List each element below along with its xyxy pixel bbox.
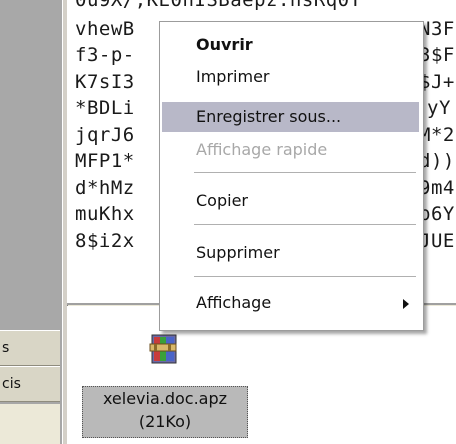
viewer-line-fragment: b6Y <box>419 203 455 225</box>
left-panel-bottom <box>0 404 60 444</box>
menu-item-view-label: Affichage <box>196 293 272 312</box>
viewer-line: 8$i2x <box>75 230 135 252</box>
viewer-line-fragment: N3F <box>419 18 455 40</box>
viewer-line-fragment: yY <box>427 97 451 119</box>
viewer-line: 0u9X/,KE0nISBaepz.nsRq0T <box>75 0 362 11</box>
viewer-line-fragment: d)) <box>419 150 455 172</box>
menu-separator <box>194 276 416 277</box>
file-size: (21Ko) <box>138 412 192 431</box>
viewer-line-fragment: JUE <box>419 230 455 252</box>
viewer-line-fragment: $J+ <box>419 71 455 93</box>
file-label[interactable]: xelevia.doc.apz (21Ko) <box>82 386 248 438</box>
left-tab-2[interactable]: cis <box>0 366 60 402</box>
menu-item-open[interactable]: Ouvrir <box>162 30 419 60</box>
viewer-line: MFP1* <box>75 150 135 172</box>
winrar-archive-icon[interactable] <box>146 332 180 366</box>
viewer-line: d*hMz <box>75 177 135 199</box>
viewer-line: K7sI3 <box>75 71 135 93</box>
viewer-line: vhewB <box>75 18 135 40</box>
menu-separator <box>194 224 416 225</box>
left-panel: s cis <box>0 0 65 444</box>
file-name: xelevia.doc.apz <box>102 389 228 408</box>
context-menu: Ouvrir Imprimer Enregistrer sous... Affi… <box>159 21 424 331</box>
submenu-arrow-icon <box>403 299 409 309</box>
menu-separator <box>194 172 416 173</box>
menu-item-copy[interactable]: Copier <box>162 186 419 216</box>
menu-item-delete[interactable]: Supprimer <box>162 238 419 268</box>
menu-item-save-as[interactable]: Enregistrer sous... <box>162 102 419 132</box>
viewer-line: f3-p- <box>75 44 135 66</box>
viewer-line: muKhx <box>75 203 135 225</box>
left-tab-1[interactable]: s <box>0 330 60 366</box>
menu-item-print[interactable]: Imprimer <box>162 62 419 92</box>
menu-item-quick-view: Affichage rapide <box>196 140 328 159</box>
viewer-line: *BDLi <box>75 97 135 119</box>
menu-item-view[interactable]: Affichage <box>162 288 419 318</box>
viewer-line-fragment: 3$F <box>419 44 455 66</box>
viewer-line-fragment: M*2 <box>419 124 455 146</box>
viewer-line: jqrJ6 <box>75 124 135 146</box>
left-panel-empty <box>0 0 60 330</box>
viewer-line-fragment: 9m4 <box>419 177 455 199</box>
